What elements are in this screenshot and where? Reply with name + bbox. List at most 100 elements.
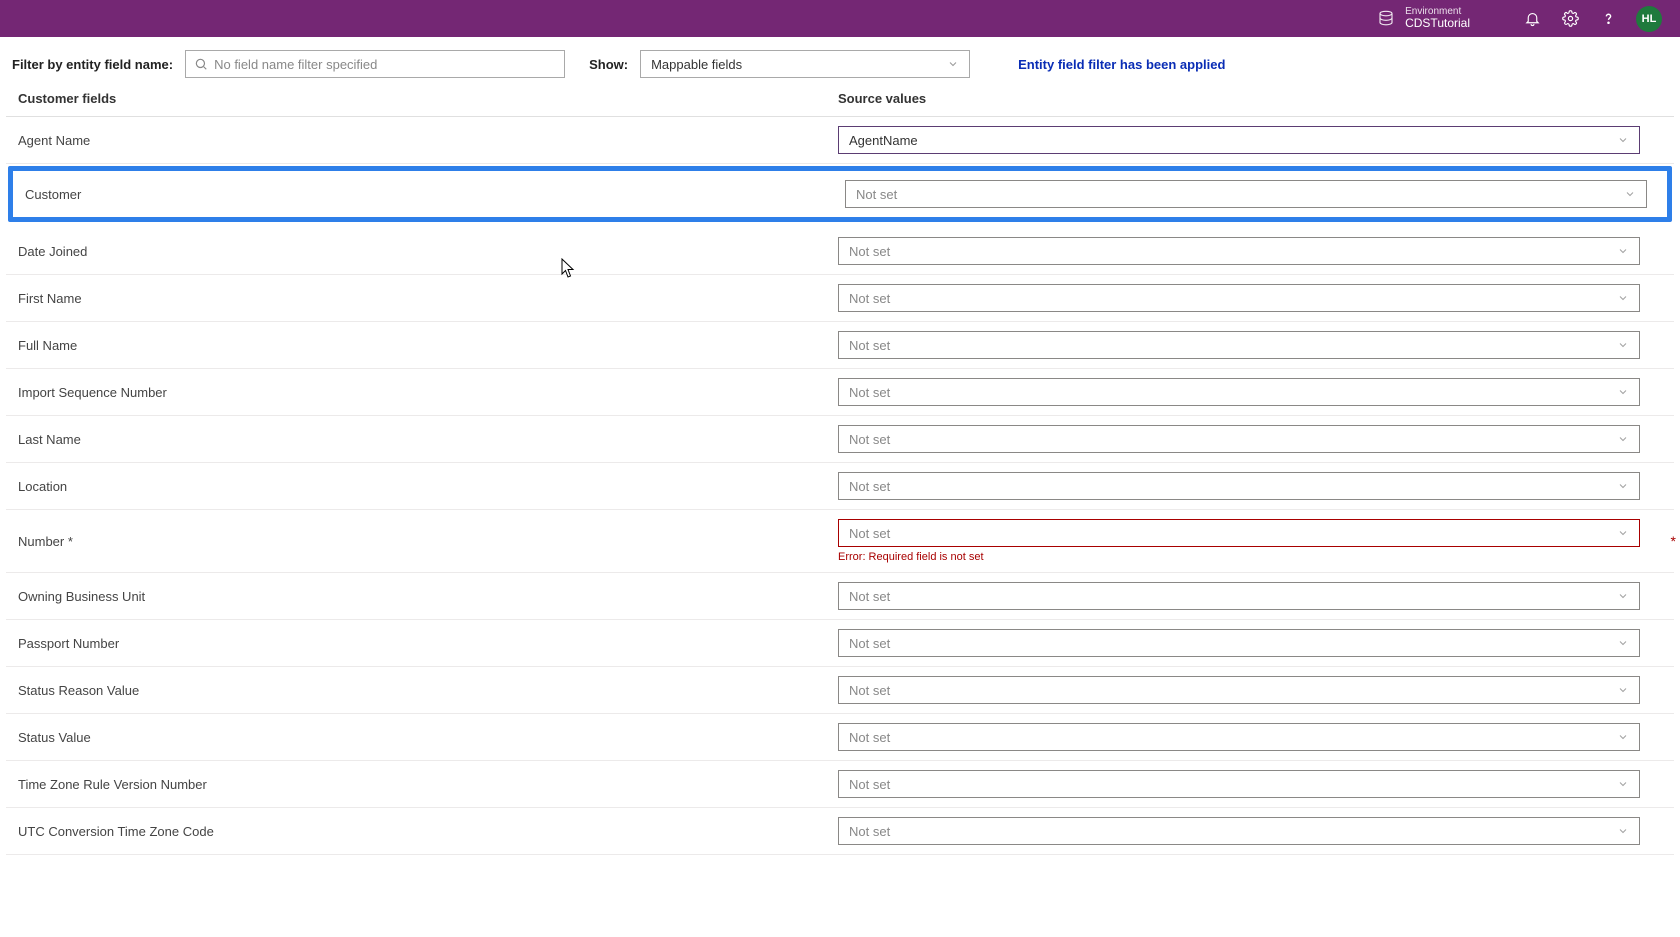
filter-bar: Filter by entity field name: Show: Mappa…	[0, 37, 1680, 87]
source-value-dropdown[interactable]: Not set	[838, 817, 1640, 845]
environment-value: CDSTutorial	[1405, 17, 1470, 31]
chevron-down-icon	[1617, 292, 1629, 304]
source-value-dropdown[interactable]: Not set	[838, 378, 1640, 406]
source-value-cell: Not set	[838, 770, 1662, 798]
source-value-text: Not set	[849, 526, 890, 541]
field-filter-input-wrapper[interactable]	[185, 50, 565, 78]
field-row: First Name Not set	[6, 275, 1674, 322]
field-label: Full Name	[18, 338, 838, 353]
chevron-down-icon	[1617, 480, 1629, 492]
source-value-text: Not set	[849, 432, 890, 447]
field-row: LocationNot set	[6, 463, 1674, 510]
source-value-dropdown[interactable]: Not set	[838, 284, 1640, 312]
chevron-down-icon	[1617, 339, 1629, 351]
field-label: Status Reason Value	[18, 683, 838, 698]
chevron-down-icon	[1617, 134, 1629, 146]
source-value-dropdown[interactable]: Not set	[838, 723, 1640, 751]
source-value-text: AgentName	[849, 133, 918, 148]
field-label: Time Zone Rule Version Number	[18, 777, 838, 792]
field-row: Agent Name AgentName	[6, 117, 1674, 164]
source-value-text: Not set	[849, 589, 890, 604]
source-value-dropdown[interactable]: Not set	[838, 519, 1640, 547]
source-value-cell: Not set	[838, 817, 1662, 845]
source-value-dropdown[interactable]: Not set	[838, 472, 1640, 500]
chevron-down-icon	[1617, 637, 1629, 649]
source-value-text: Not set	[856, 187, 897, 202]
chevron-down-icon	[1617, 527, 1629, 539]
show-dropdown-value: Mappable fields	[651, 57, 742, 72]
show-dropdown[interactable]: Mappable fields	[640, 50, 970, 78]
source-value-dropdown[interactable]: Not set	[845, 180, 1647, 208]
field-row: Customer Not set	[13, 171, 1667, 217]
field-row: Full Name Not set	[6, 322, 1674, 369]
source-value-dropdown[interactable]: Not set	[838, 629, 1640, 657]
field-label: First Name	[18, 291, 838, 306]
source-value-cell: Not set	[838, 378, 1662, 406]
column-header-source-values: Source values	[838, 91, 1662, 106]
field-label: Import Sequence Number	[18, 385, 838, 400]
field-label: UTC Conversion Time Zone Code	[18, 824, 838, 839]
chevron-down-icon	[1617, 590, 1629, 602]
filter-applied-message: Entity field filter has been applied	[1018, 57, 1225, 72]
column-header-customer-fields: Customer fields	[18, 91, 838, 106]
field-label: Number *	[18, 534, 838, 549]
highlighted-row: Customer Not set	[8, 166, 1672, 222]
required-indicator: *	[1671, 533, 1676, 549]
field-label: Customer	[25, 187, 845, 202]
field-error-message: Error: Required field is not set	[838, 551, 984, 563]
source-value-cell: Not set	[838, 237, 1662, 265]
field-filter-input[interactable]	[214, 57, 556, 72]
chevron-down-icon	[1617, 731, 1629, 743]
source-value-text: Not set	[849, 291, 890, 306]
notifications-icon[interactable]	[1516, 3, 1548, 35]
field-label: Date Joined	[18, 244, 838, 259]
chevron-down-icon	[1624, 188, 1636, 200]
field-row: Import Sequence Number Not set	[6, 369, 1674, 416]
source-value-dropdown[interactable]: Not set	[838, 770, 1640, 798]
field-label: Passport Number	[18, 636, 838, 651]
user-avatar[interactable]: HL	[1636, 6, 1662, 32]
chevron-down-icon	[1617, 825, 1629, 837]
chevron-down-icon	[1617, 245, 1629, 257]
source-value-text: Not set	[849, 385, 890, 400]
source-value-cell: Not set	[838, 284, 1662, 312]
chevron-down-icon	[1617, 433, 1629, 445]
environment-text: Environment CDSTutorial	[1405, 6, 1470, 31]
source-value-cell: Not set	[838, 582, 1662, 610]
field-label: Agent Name	[18, 133, 838, 148]
source-value-cell: Not set	[838, 425, 1662, 453]
source-value-text: Not set	[849, 824, 890, 839]
field-row: Number * Not set Error: Required field is …	[6, 510, 1674, 573]
field-row: Status Reason ValueNot set	[6, 667, 1674, 714]
field-row: Last Name Not set	[6, 416, 1674, 463]
environment-icon	[1377, 9, 1395, 27]
field-row: Owning Business UnitNot set	[6, 573, 1674, 620]
source-value-cell: Not set Error: Required field is not set	[838, 519, 1662, 563]
source-value-dropdown[interactable]: Not set	[838, 331, 1640, 359]
field-mapping-rows: Agent NameAgentNameCustomerNot setDate J…	[0, 117, 1680, 855]
source-value-cell: Not set	[838, 723, 1662, 751]
field-row: Passport NumberNot set	[6, 620, 1674, 667]
field-label: Status Value	[18, 730, 838, 745]
field-row: UTC Conversion Time Zone Code Not set	[6, 808, 1674, 855]
chevron-down-icon	[1617, 778, 1629, 790]
source-value-cell: Not set	[845, 180, 1655, 208]
source-value-dropdown[interactable]: AgentName	[838, 126, 1640, 154]
source-value-text: Not set	[849, 338, 890, 353]
settings-icon[interactable]	[1554, 3, 1586, 35]
source-value-cell: Not set	[838, 472, 1662, 500]
field-label: Last Name	[18, 432, 838, 447]
chevron-down-icon	[947, 58, 959, 70]
source-value-cell: AgentName	[838, 126, 1662, 154]
source-value-dropdown[interactable]: Not set	[838, 676, 1640, 704]
app-header: Environment CDSTutorial HL	[0, 0, 1680, 37]
field-row: Date Joined Not set	[6, 228, 1674, 275]
source-value-dropdown[interactable]: Not set	[838, 237, 1640, 265]
environment-picker[interactable]: Environment CDSTutorial	[1377, 6, 1470, 31]
chevron-down-icon	[1617, 386, 1629, 398]
source-value-dropdown[interactable]: Not set	[838, 425, 1640, 453]
source-value-text: Not set	[849, 244, 890, 259]
source-value-dropdown[interactable]: Not set	[838, 582, 1640, 610]
source-value-text: Not set	[849, 730, 890, 745]
help-icon[interactable]	[1592, 3, 1624, 35]
